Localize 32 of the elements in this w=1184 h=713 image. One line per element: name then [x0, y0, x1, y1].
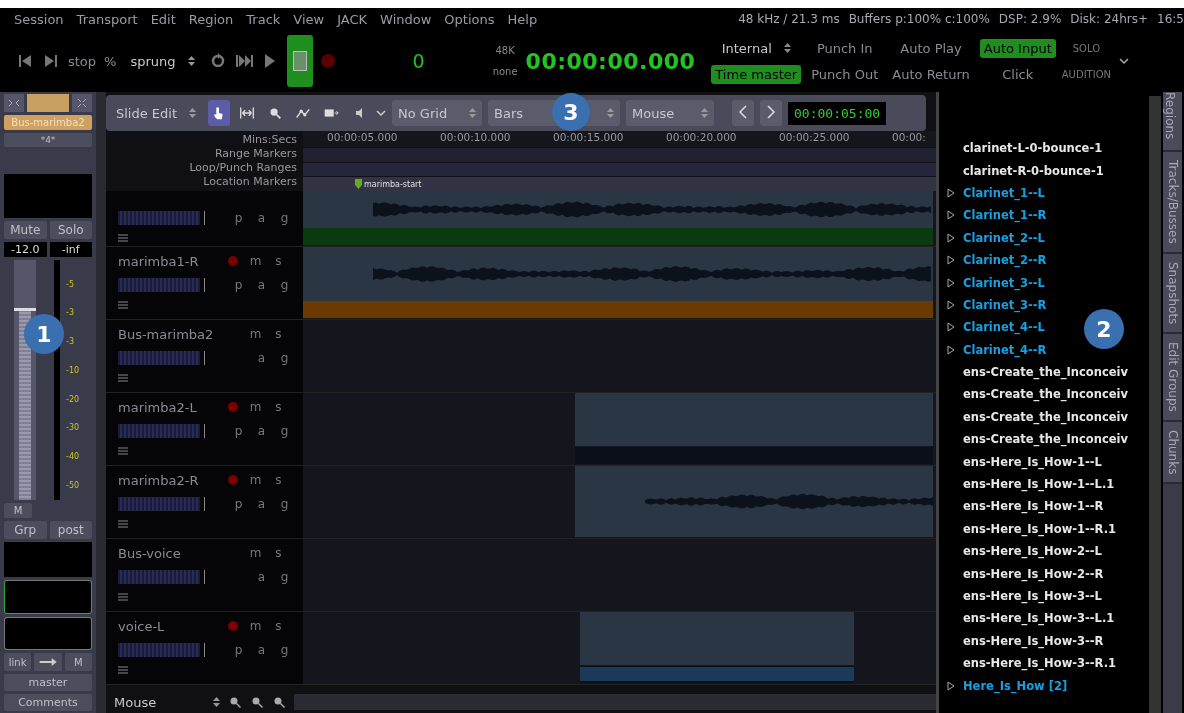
peak-display: -inf	[49, 241, 92, 257]
marker-label: marimba-start	[364, 179, 422, 189]
status-text: DSP: 2.9%	[998, 12, 1062, 26]
ruler-tick-label: 00:00:15.000	[553, 131, 625, 145]
sample-rate: 48K	[495, 45, 515, 56]
ruler-tick-label: 00:00:20.000	[666, 131, 738, 145]
ruler-label: Loop/Punch Ranges	[189, 161, 297, 175]
status-text: 48 kHz / 21.3 ms	[738, 12, 840, 26]
ruler-label: Range Markers	[214, 147, 297, 161]
solo-label: SOLO	[1072, 42, 1101, 54]
scale-label: -20	[66, 394, 80, 404]
scale-label: -5	[66, 279, 75, 289]
scale-label: -3	[66, 308, 75, 318]
audition-label: AUDITION	[1061, 68, 1111, 80]
ruler-tick-label: 00:00:	[892, 131, 927, 145]
pull-up-value: none	[492, 66, 518, 77]
ruler-tick-label: 00:00:05.000	[327, 131, 399, 145]
scale-label: -50	[66, 480, 80, 490]
status-text: Disk: 24hrs+	[1070, 12, 1149, 26]
ruler-label: Location Markers	[203, 175, 297, 189]
counter: 0	[412, 50, 425, 72]
scale-label: -3	[66, 337, 75, 347]
scale-label: -10	[66, 365, 80, 375]
callout-tooltip: 2	[1084, 309, 1124, 349]
ruler-label: Mins:Secs	[242, 133, 297, 147]
status-text: Buffers p:100% c:100%	[848, 12, 990, 26]
scale-label: -30	[66, 423, 80, 433]
shuttle-mode: stop	[68, 53, 97, 69]
status-text: 16:5	[1157, 12, 1184, 26]
ruler-tick-label: 00:00:25.000	[779, 131, 851, 145]
scale-label: -40	[66, 452, 80, 462]
ruler-tick-label: 00:00:10.000	[440, 131, 512, 145]
